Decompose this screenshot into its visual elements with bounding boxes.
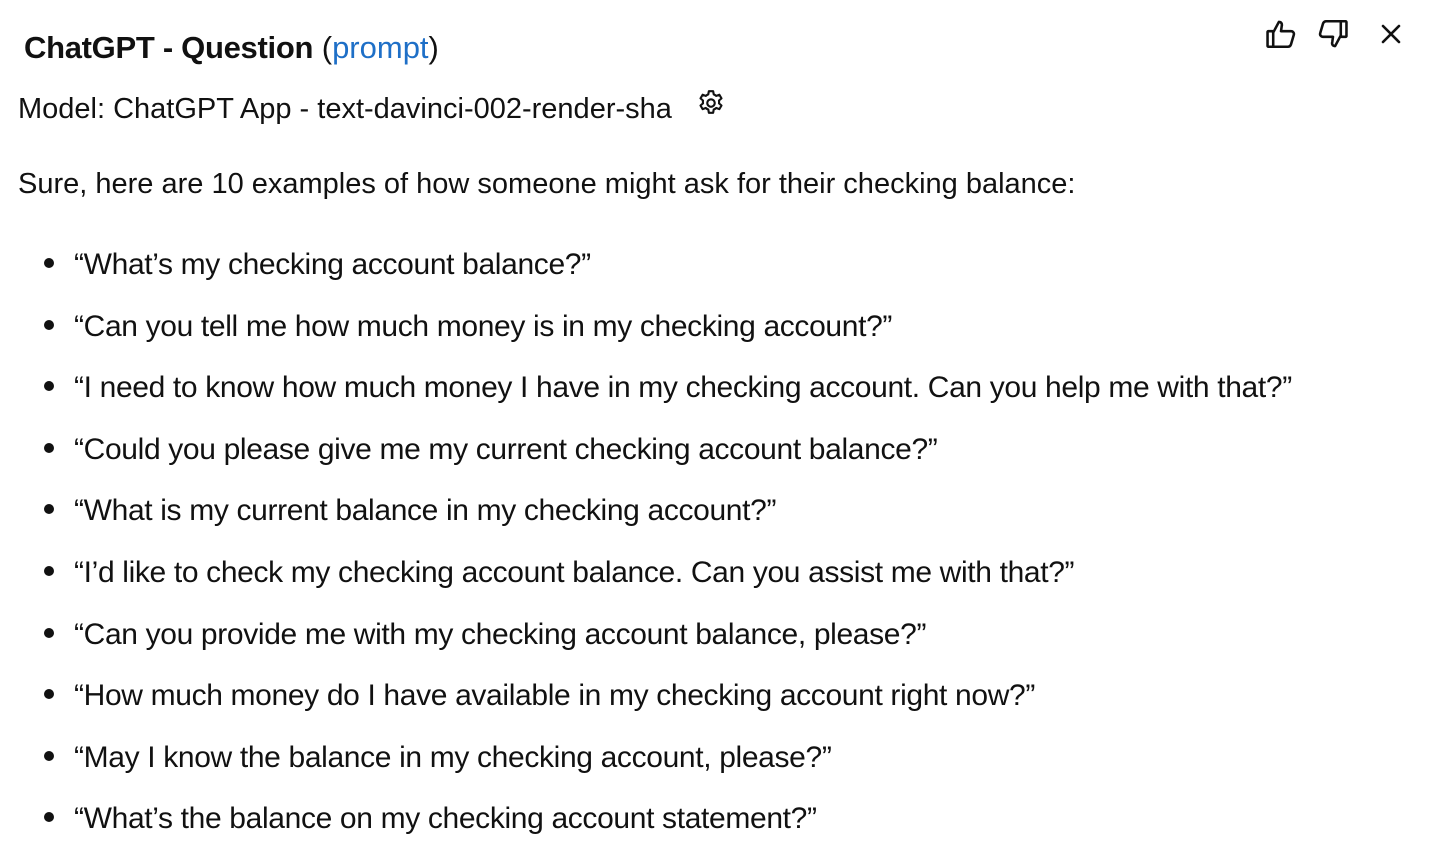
open-paren: ( <box>321 30 333 65</box>
gear-icon <box>696 88 726 130</box>
list-item-text: “What is my current balance in my checki… <box>74 494 777 528</box>
header-actions <box>1258 12 1414 56</box>
bullet <box>44 627 54 638</box>
list-item-text: “Can you provide me with my checking acc… <box>74 617 927 651</box>
bullet <box>44 319 54 330</box>
thumbs-down-button[interactable] <box>1310 12 1356 56</box>
list-item-text: “May I know the balance in my checking a… <box>74 740 832 774</box>
bullet <box>44 381 54 392</box>
close-button[interactable] <box>1368 12 1414 56</box>
thumbs-up-icon <box>1264 17 1298 51</box>
list-item-text: “Can you tell me how much money is in my… <box>74 309 893 343</box>
dialog-title: ChatGPT - Question <box>24 30 314 65</box>
list-item-text: “What’s my checking account balance?” <box>74 248 591 281</box>
thumbs-up-button[interactable] <box>1258 12 1304 56</box>
list-item-text: “I’d like to check my checking account b… <box>74 555 1075 589</box>
bullet <box>44 504 54 515</box>
bullet <box>44 565 54 576</box>
list-item-text: “What’s the balance on my checking accou… <box>74 802 817 836</box>
list-item-text: “Could you please give me my current che… <box>74 432 938 466</box>
close-icon <box>1379 22 1403 46</box>
bullet <box>44 442 54 453</box>
settings-button[interactable] <box>694 90 728 126</box>
model-label: Model: ChatGPT App - text-davinci-002-re… <box>18 93 672 125</box>
response-intro: Sure, here are 10 examples of how someon… <box>18 168 1076 200</box>
dialog-header: ChatGPT - Question (prompt) <box>24 26 439 70</box>
list-item-text: “I need to know how much money I have in… <box>74 371 1292 405</box>
bullet <box>44 689 54 700</box>
prompt-link[interactable]: prompt <box>332 30 428 65</box>
model-info: Model: ChatGPT App - text-davinci-002-re… <box>18 88 728 130</box>
bullet <box>44 258 54 268</box>
list-item-text: “How much money do I have available in m… <box>74 679 1035 713</box>
close-paren: ) <box>428 30 439 65</box>
bullet <box>44 750 54 761</box>
thumbs-down-icon <box>1316 17 1350 51</box>
bullet <box>44 812 54 823</box>
